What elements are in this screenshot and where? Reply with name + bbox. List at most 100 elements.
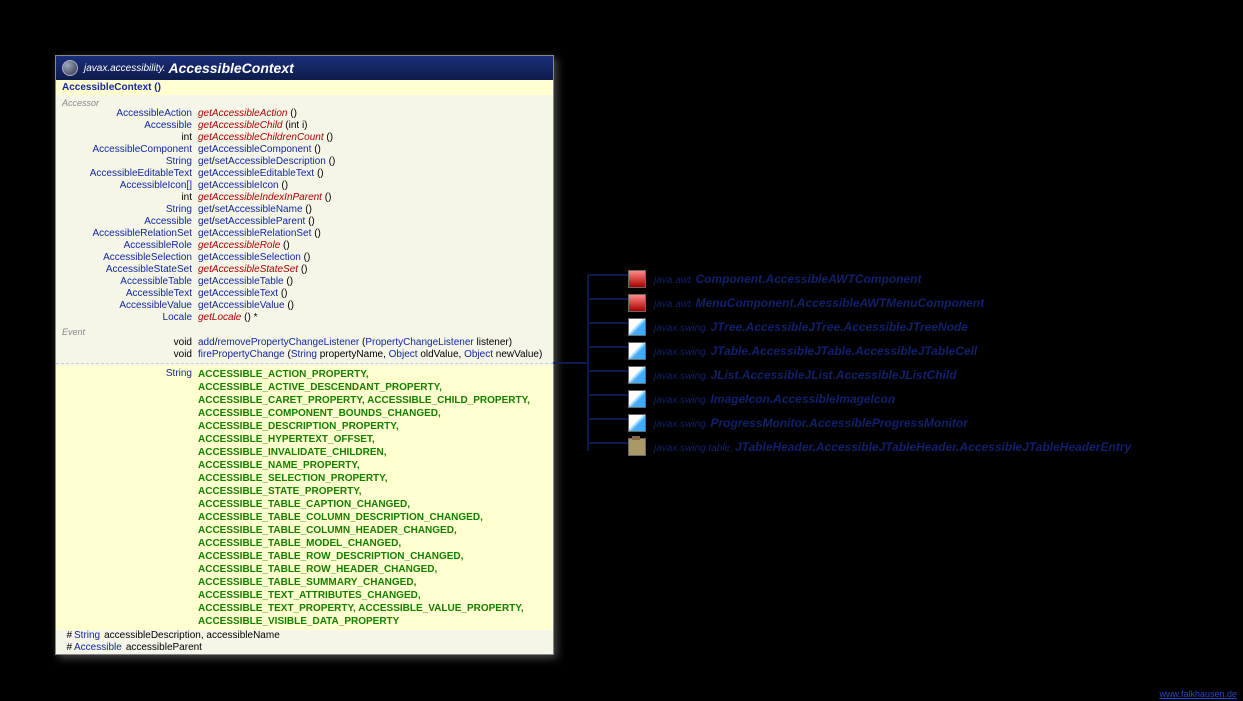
method-name: getAccessibleTable () bbox=[198, 276, 293, 288]
implementor-row[interactable]: java.awt.Component.AccessibleAWTComponen… bbox=[628, 267, 1131, 291]
class-type-icon bbox=[628, 390, 646, 408]
return-type: AccessibleIcon[] bbox=[62, 180, 198, 192]
accessor-row: intgetAccessibleChildrenCount () bbox=[56, 132, 553, 144]
implementor-row[interactable]: javax.swing.JList.AccessibleJList.Access… bbox=[628, 363, 1131, 387]
accessor-row: AccessibleComponentgetAccessibleComponen… bbox=[56, 144, 553, 156]
return-type: void bbox=[62, 349, 198, 361]
constants-type: String bbox=[62, 368, 198, 628]
class-name: AccessibleContext bbox=[169, 60, 294, 76]
accessor-row: AccessibleRelationSetgetAccessibleRelati… bbox=[56, 228, 553, 240]
section-event: Event bbox=[56, 324, 553, 337]
implementor-label: javax.swing.JTable.AccessibleJTable.Acce… bbox=[654, 344, 977, 358]
method-name: getAccessibleChildrenCount () bbox=[198, 132, 333, 144]
return-type: Accessible bbox=[62, 216, 198, 228]
method-name: get/setAccessibleParent () bbox=[198, 216, 315, 228]
implementor-label: javax.swing.table.JTableHeader.Accessibl… bbox=[654, 440, 1131, 454]
return-type: Locale bbox=[62, 312, 198, 324]
implementor-label: javax.swing.JList.AccessibleJList.Access… bbox=[654, 368, 957, 382]
event-row: voidadd/removePropertyChangeListener (Pr… bbox=[56, 337, 553, 349]
accessor-row: Stringget/setAccessibleName () bbox=[56, 204, 553, 216]
return-type: AccessibleSelection bbox=[62, 252, 198, 264]
method-name: get/setAccessibleDescription () bbox=[198, 156, 335, 168]
method-name: firePropertyChange (String propertyName,… bbox=[198, 349, 542, 361]
class-type-icon bbox=[628, 342, 646, 360]
method-name: getAccessibleComponent () bbox=[198, 144, 321, 156]
accessor-row: intgetAccessibleIndexInParent () bbox=[56, 192, 553, 204]
class-card: javax.accessibility. AccessibleContext A… bbox=[55, 55, 554, 655]
return-type: AccessibleComponent bbox=[62, 144, 198, 156]
implementor-row[interactable]: javax.swing.ImageIcon.AccessibleImageIco… bbox=[628, 387, 1131, 411]
accessor-row: LocalegetLocale () * bbox=[56, 312, 553, 324]
accessor-row: AccessibleActiongetAccessibleAction () bbox=[56, 108, 553, 120]
implementor-label: javax.swing.ProgressMonitor.AccessiblePr… bbox=[654, 416, 968, 430]
implementor-row[interactable]: javax.swing.table.JTableHeader.Accessibl… bbox=[628, 435, 1131, 459]
method-name: add/removePropertyChangeListener (Proper… bbox=[198, 337, 512, 349]
return-type: AccessibleEditableText bbox=[62, 168, 198, 180]
return-type: AccessibleRelationSet bbox=[62, 228, 198, 240]
implementor-row[interactable]: java.awt.MenuComponent.AccessibleAWTMenu… bbox=[628, 291, 1131, 315]
method-name: getAccessibleIcon () bbox=[198, 180, 288, 192]
package-name: javax.accessibility. bbox=[84, 63, 166, 74]
return-type: AccessibleAction bbox=[62, 108, 198, 120]
return-type: AccessibleValue bbox=[62, 300, 198, 312]
accessor-row: AccessibleStateSetgetAccessibleStateSet … bbox=[56, 264, 553, 276]
card-header: javax.accessibility. AccessibleContext bbox=[56, 56, 553, 80]
implementor-row[interactable]: javax.swing.JTree.AccessibleJTree.Access… bbox=[628, 315, 1131, 339]
method-name: getAccessibleRelationSet () bbox=[198, 228, 321, 240]
section-accessor: Accessor bbox=[56, 95, 553, 108]
accessor-row: AccessibleIcon[]getAccessibleIcon () bbox=[56, 180, 553, 192]
field-row: #AccessibleaccessibleParent bbox=[56, 642, 553, 654]
class-type-icon bbox=[628, 414, 646, 432]
accessor-row: AccessibleTablegetAccessibleTable () bbox=[56, 276, 553, 288]
implementor-label: java.awt.MenuComponent.AccessibleAWTMenu… bbox=[654, 296, 984, 310]
implementor-row[interactable]: javax.swing.ProgressMonitor.AccessiblePr… bbox=[628, 411, 1131, 435]
method-name: get/setAccessibleName () bbox=[198, 204, 312, 216]
constructor: AccessibleContext () bbox=[56, 80, 553, 95]
field-row: #StringaccessibleDescription, accessible… bbox=[56, 630, 553, 642]
method-name: getAccessibleChild (int i) bbox=[198, 120, 308, 132]
accessor-row: AccessibleRolegetAccessibleRole () bbox=[56, 240, 553, 252]
method-name: getAccessibleEditableText () bbox=[198, 168, 324, 180]
accessor-row: AccessiblegetAccessibleChild (int i) bbox=[56, 120, 553, 132]
method-name: getAccessibleIndexInParent () bbox=[198, 192, 331, 204]
return-type: String bbox=[62, 156, 198, 168]
method-name: getAccessibleSelection () bbox=[198, 252, 310, 264]
method-name: getAccessibleAction () bbox=[198, 108, 297, 120]
accessor-row: Stringget/setAccessibleDescription () bbox=[56, 156, 553, 168]
return-type: AccessibleRole bbox=[62, 240, 198, 252]
method-name: getAccessibleValue () bbox=[198, 300, 294, 312]
implementor-label: javax.swing.JTree.AccessibleJTree.Access… bbox=[654, 320, 968, 334]
class-icon bbox=[62, 60, 78, 76]
connectors bbox=[553, 267, 633, 467]
accessor-row: Accessibleget/setAccessibleParent () bbox=[56, 216, 553, 228]
class-type-icon bbox=[628, 366, 646, 384]
return-type: void bbox=[62, 337, 198, 349]
return-type: AccessibleStateSet bbox=[62, 264, 198, 276]
class-type-icon bbox=[628, 294, 646, 312]
method-name: getAccessibleStateSet () bbox=[198, 264, 308, 276]
accessor-row: AccessibleValuegetAccessibleValue () bbox=[56, 300, 553, 312]
method-name: getLocale () * bbox=[198, 312, 258, 324]
return-type: String bbox=[62, 204, 198, 216]
implementor-row[interactable]: javax.swing.JTable.AccessibleJTable.Acce… bbox=[628, 339, 1131, 363]
class-type-icon bbox=[628, 318, 646, 336]
return-type: AccessibleText bbox=[62, 288, 198, 300]
footer-link[interactable]: www.falkhausen.de bbox=[1159, 689, 1237, 699]
implementor-label: javax.swing.ImageIcon.AccessibleImageIco… bbox=[654, 392, 895, 406]
method-name: getAccessibleText () bbox=[198, 288, 288, 300]
return-type: AccessibleTable bbox=[62, 276, 198, 288]
return-type: int bbox=[62, 132, 198, 144]
return-type: Accessible bbox=[62, 120, 198, 132]
class-type-icon bbox=[628, 270, 646, 288]
constants-list: ACCESSIBLE_ACTION_PROPERTY, ACCESSIBLE_A… bbox=[198, 368, 547, 628]
accessor-row: AccessibleSelectiongetAccessibleSelectio… bbox=[56, 252, 553, 264]
constants-block: String ACCESSIBLE_ACTION_PROPERTY, ACCES… bbox=[56, 366, 553, 630]
accessor-row: AccessibleTextgetAccessibleText () bbox=[56, 288, 553, 300]
implementors-list: java.awt.Component.AccessibleAWTComponen… bbox=[628, 267, 1131, 459]
accessor-row: AccessibleEditableTextgetAccessibleEdita… bbox=[56, 168, 553, 180]
class-type-icon bbox=[628, 438, 646, 456]
implementor-label: java.awt.Component.AccessibleAWTComponen… bbox=[654, 272, 921, 286]
method-name: getAccessibleRole () bbox=[198, 240, 290, 252]
event-row: voidfirePropertyChange (String propertyN… bbox=[56, 349, 553, 361]
return-type: int bbox=[62, 192, 198, 204]
